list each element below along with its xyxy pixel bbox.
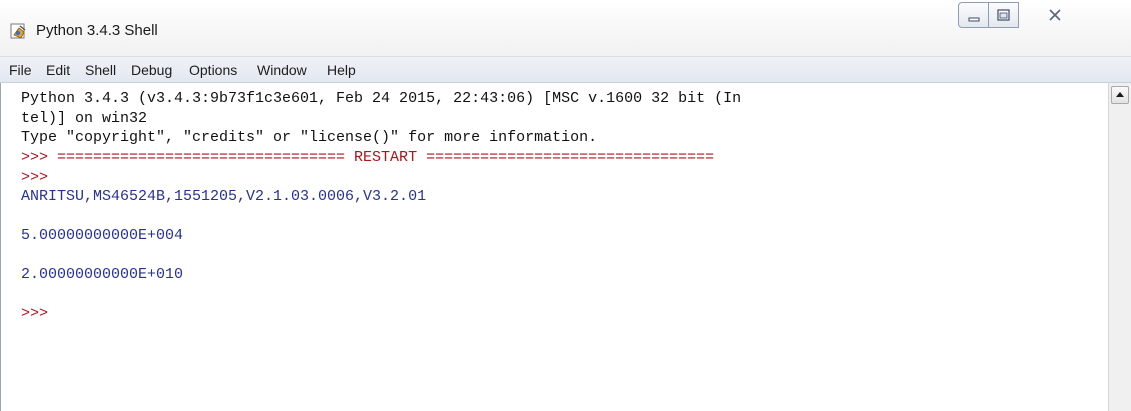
vertical-scrollbar[interactable]: [1108, 83, 1131, 411]
window-controls: [958, 2, 1077, 28]
shell-prompt: >>>: [21, 169, 49, 186]
minimize-icon: [968, 17, 980, 22]
menu-file[interactable]: File: [9, 62, 32, 78]
close-button[interactable]: [1033, 2, 1077, 28]
shell-output-value-2: 2.00000000000E+010: [21, 266, 184, 283]
menu-bar: File Edit Shell Debug Options Window Hel…: [0, 56, 1131, 83]
python-idle-icon: [10, 22, 28, 40]
shell-line-banner-cont: tel)] on win32: [21, 110, 148, 127]
title-bar[interactable]: Python 3.4.3 Shell: [0, 0, 1131, 56]
minimize-button[interactable]: [958, 2, 989, 28]
menu-shell[interactable]: Shell: [85, 62, 116, 78]
shell-text-area[interactable]: Python 3.4.3 (v3.4.3:9b73f1c3e601, Feb 2…: [0, 83, 1108, 411]
maximize-icon: [997, 9, 1010, 21]
shell-line-banner: Python 3.4.3 (v3.4.3:9b73f1c3e601, Feb 2…: [21, 90, 742, 107]
maximize-button[interactable]: [989, 2, 1019, 28]
menu-edit[interactable]: Edit: [46, 62, 70, 78]
shell-prompt-current[interactable]: >>>: [21, 305, 48, 323]
menu-help[interactable]: Help: [327, 62, 356, 78]
shell-line-restart: >>> ================================ RES…: [21, 149, 715, 166]
idle-shell-window: Python 3.4.3 Shell File Edit Shell Debug…: [0, 0, 1131, 411]
scroll-up-arrow-icon: [1116, 92, 1124, 97]
window-title: Python 3.4.3 Shell: [36, 22, 158, 39]
shell-line-info: Type "copyright", "credits" or "license(…: [21, 129, 598, 146]
menu-options[interactable]: Options: [189, 62, 237, 78]
close-icon: [1049, 9, 1061, 21]
shell-output-idn: ANRITSU,MS46524B,1551205,V2.1.03.0006,V3…: [21, 188, 427, 205]
menu-window[interactable]: Window: [257, 62, 307, 78]
menu-debug[interactable]: Debug: [131, 62, 172, 78]
shell-output-value-1: 5.00000000000E+004: [21, 227, 184, 244]
scroll-up-button[interactable]: [1111, 86, 1129, 104]
